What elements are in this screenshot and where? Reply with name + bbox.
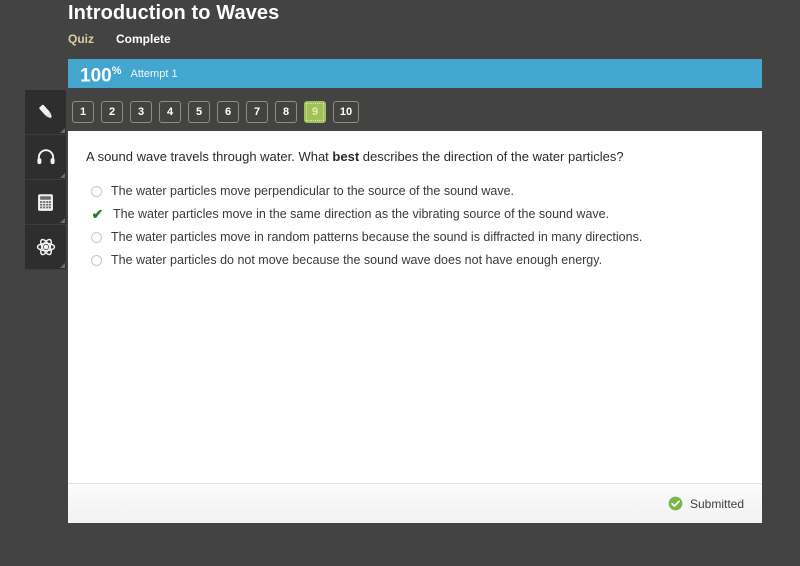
periodic-table-tool[interactable] [25, 225, 66, 270]
question-nav-button-5[interactable]: 5 [188, 101, 210, 123]
question-body: A sound wave travels through water. What… [68, 131, 762, 483]
question-nav: 1 2 3 4 5 6 7 8 9 10 [72, 101, 359, 123]
answer-option-selected[interactable]: ✔ The water particles move in the same d… [86, 203, 744, 226]
page-title: Introduction to Waves [68, 2, 280, 24]
answer-option[interactable]: The water particles do not move because … [86, 249, 744, 272]
question-prompt-emphasis: best [332, 149, 360, 164]
score-bar: 100% Attempt 1 [68, 59, 762, 88]
calculator-tool[interactable] [25, 180, 66, 225]
answer-option-label: The water particles move in the same dir… [113, 207, 610, 221]
breadcrumb-item-quiz[interactable]: Quiz [68, 32, 94, 46]
question-prompt-part2: describes the direction of the water par… [359, 149, 624, 164]
status-badge: Submitted [689, 496, 744, 511]
radio-button-icon[interactable] [91, 232, 102, 243]
question-nav-button-1[interactable]: 1 [72, 101, 94, 123]
card-footer: Submitted [68, 483, 762, 523]
headphones-icon [35, 146, 57, 168]
question-prompt: A sound wave travels through water. What… [86, 148, 744, 165]
question-nav-button-7[interactable]: 7 [246, 101, 268, 123]
page-header: Introduction to Waves Quiz Complete [68, 0, 768, 46]
question-nav-button-9[interactable]: 9 [304, 101, 326, 123]
question-card: A sound wave travels through water. What… [68, 131, 762, 523]
pencil-icon [35, 101, 57, 123]
attempt-label: Attempt 1 [130, 67, 178, 80]
answer-option[interactable]: The water particles move perpendicular t… [86, 180, 744, 203]
question-nav-button-2[interactable]: 2 [101, 101, 123, 123]
tool-rail [25, 90, 66, 270]
answer-option-label: The water particles move in random patte… [111, 230, 643, 244]
breadcrumb: Quiz Complete [68, 32, 768, 46]
answer-options: The water particles move perpendicular t… [86, 180, 744, 272]
question-nav-button-3[interactable]: 3 [130, 101, 152, 123]
answer-option[interactable]: The water particles move in random patte… [86, 226, 744, 249]
check-circle-icon [668, 496, 683, 511]
score-number: 100 [80, 65, 112, 87]
breadcrumb-item-complete[interactable]: Complete [116, 32, 171, 46]
question-nav-button-8[interactable]: 8 [275, 101, 297, 123]
answer-option-label: The water particles do not move because … [111, 253, 603, 267]
percent-symbol: % [111, 64, 122, 77]
calculator-icon [35, 192, 56, 213]
radio-button-icon[interactable] [91, 186, 102, 197]
question-prompt-part1: A sound wave travels through water. What [86, 149, 333, 164]
highlighter-tool[interactable] [25, 90, 66, 135]
score-percentage: 100% [80, 62, 121, 85]
audio-tool[interactable] [25, 135, 66, 180]
question-nav-button-6[interactable]: 6 [217, 101, 239, 123]
atom-icon [35, 236, 57, 258]
question-nav-button-10[interactable]: 10 [333, 101, 359, 123]
checkmark-icon: ✔ [91, 206, 104, 222]
radio-button-icon[interactable] [91, 255, 102, 266]
question-nav-button-4[interactable]: 4 [159, 101, 181, 123]
answer-option-label: The water particles move perpendicular t… [111, 184, 514, 198]
